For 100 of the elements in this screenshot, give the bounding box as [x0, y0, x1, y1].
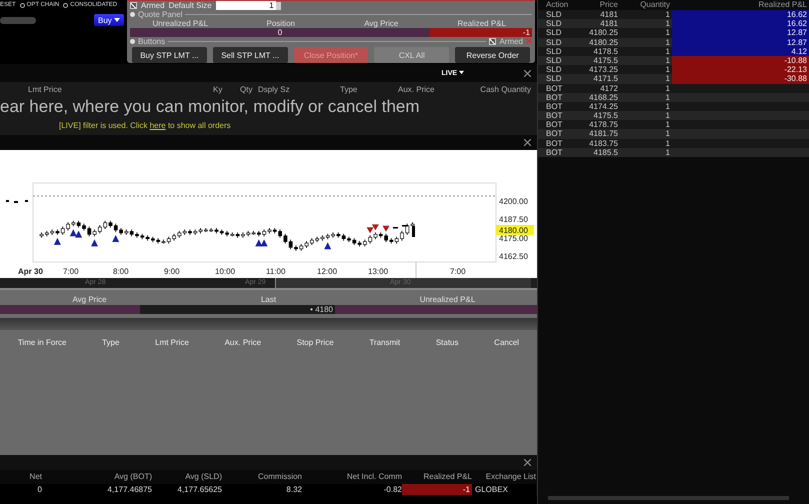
table-cell: -30.88: [672, 74, 809, 84]
last-price-tag: 4180.00: [496, 225, 534, 235]
column-header: Aux. Price: [224, 338, 262, 347]
table-cell-text: 4178.75: [588, 120, 619, 130]
column-header: Realized P&L: [456, 19, 507, 28]
table-cell: 8.32: [222, 484, 302, 495]
table-cell-text: BOT: [545, 120, 564, 130]
axis-label: 11:00: [266, 267, 286, 276]
column-header: Lmt Price: [28, 85, 62, 94]
table-cell-text: 1: [664, 65, 671, 74]
last-price-value: • 4180: [140, 305, 335, 314]
table-cell-text: 1: [664, 56, 671, 66]
table-cell-text: 1: [664, 129, 671, 139]
table-cell-text: 4178.5: [592, 46, 619, 56]
table-cell-text: SLD: [545, 74, 563, 84]
table-cell-text: BOT: [545, 102, 564, 112]
column-header: Ky: [213, 85, 222, 94]
column-header: Action: [545, 0, 570, 10]
table-cell-text: 4175.5: [592, 111, 619, 120]
column-header: Net: [28, 471, 42, 483]
filter-note: [LIVE] filter is used. Click here to show all orders: [59, 121, 231, 130]
column-header: Type: [340, 85, 358, 94]
column-header: Avg Price: [71, 295, 108, 304]
column-header: Cancel: [494, 338, 520, 347]
table-cell-text: 1: [664, 46, 671, 56]
table-cell-text: 4168.25: [588, 92, 619, 102]
axis-label: 9:00: [164, 267, 180, 276]
show-all-link[interactable]: here: [150, 121, 166, 130]
table-cell-text: 4181: [599, 10, 619, 20]
table-cell-text: SLD: [545, 28, 563, 38]
table-cell-text: 1: [664, 138, 671, 148]
section-title: Quote Panel: [138, 10, 182, 20]
axis-label: 12:00: [317, 267, 338, 276]
table-cell-text: 1: [664, 38, 671, 47]
column-header: Unrealized P&L: [418, 295, 476, 304]
table-cell-text: 4183.75: [588, 138, 619, 148]
table-cell: 0: [0, 484, 42, 495]
table-cell-text: 1: [664, 102, 671, 112]
table-cell-text: 1: [664, 148, 671, 158]
table-cell-text: 4172: [599, 84, 619, 93]
column-header: Avg Price: [363, 19, 400, 28]
column-header: Dsply Sz: [258, 85, 290, 94]
table-cell-text: BOT: [545, 84, 564, 93]
table-cell: GLOBEX: [472, 484, 536, 495]
buy-button[interactable]: Buy: [94, 14, 124, 26]
table-cell-text: 4173.25: [588, 65, 619, 74]
realized-pnl-value: -1: [430, 28, 532, 38]
table-cell-text: 1: [664, 10, 671, 20]
default-size-label: Default Size: [168, 1, 212, 10]
table-cell-text: BOT: [545, 111, 564, 120]
column-header: Commission: [256, 471, 302, 483]
table-cell-text: 1: [664, 111, 671, 120]
order-button[interactable]: Reverse Order: [455, 47, 530, 63]
table-cell-text: BOT: [545, 148, 564, 158]
order-button[interactable]: Sell STP LMT ...: [212, 47, 288, 63]
table-cell-text: BOT: [545, 138, 564, 148]
column-header: Position: [266, 19, 296, 28]
table-cell-text: SLD: [545, 38, 563, 47]
axis-label: 7:00: [450, 267, 466, 276]
table-cell: 12.87: [672, 28, 809, 38]
table-cell-text: 1: [664, 74, 671, 84]
table-cell-text: SLD: [545, 56, 563, 66]
column-header: Transmit: [369, 338, 400, 347]
position-value: 0: [130, 28, 430, 38]
column-header: Time in Force: [18, 338, 66, 347]
axis-label: 4162.50: [499, 252, 528, 261]
table-cell: 4,177.65625: [152, 484, 222, 495]
axis-label: 10:00: [215, 267, 236, 276]
axis-label: 8:00: [113, 267, 129, 276]
table-cell-text: BOT: [545, 129, 564, 139]
column-header: Net Incl. Comm: [346, 471, 402, 483]
table-cell-text: 4181.75: [588, 129, 619, 139]
column-header: Avg (BOT): [113, 471, 152, 483]
order-button[interactable]: Buy STP LMT ...: [132, 47, 207, 63]
column-header: Realized P&L: [758, 0, 808, 10]
table-cell-text: 1: [664, 19, 671, 28]
table-cell-text: 4175.5: [592, 56, 619, 66]
column-header: Cash Quantity: [480, 85, 531, 94]
table-cell: -22.13: [672, 65, 809, 74]
column-header: Stop Price: [296, 338, 334, 347]
axis-label: 4187.50: [499, 215, 528, 224]
column-header: Price: [598, 0, 619, 10]
table-cell-text: SLD: [545, 65, 563, 74]
table-cell-text: 4171.5: [592, 74, 619, 84]
table-cell-text: SLD: [545, 10, 563, 20]
table-cell-text: 4181: [599, 19, 619, 28]
column-header: Aux. Price: [398, 85, 434, 94]
column-header: Avg (SLD): [184, 471, 222, 483]
column-header: Realized P&L: [422, 471, 472, 483]
armed-label: Armed: [499, 36, 523, 46]
table-cell-text: 1: [664, 92, 671, 102]
table-cell: 4,177.46875: [42, 484, 152, 495]
table-cell-text: 1: [664, 28, 671, 38]
default-size-field[interactable]: 1: [216, 1, 276, 10]
table-cell-text: 1: [664, 84, 671, 93]
table-cell-text: SLD: [545, 46, 563, 56]
table-cell: -0.82: [302, 484, 402, 495]
table-cell-text: BOT: [545, 92, 564, 102]
column-header: Unrealized P&L: [151, 19, 210, 28]
column-header: Status: [436, 338, 458, 347]
